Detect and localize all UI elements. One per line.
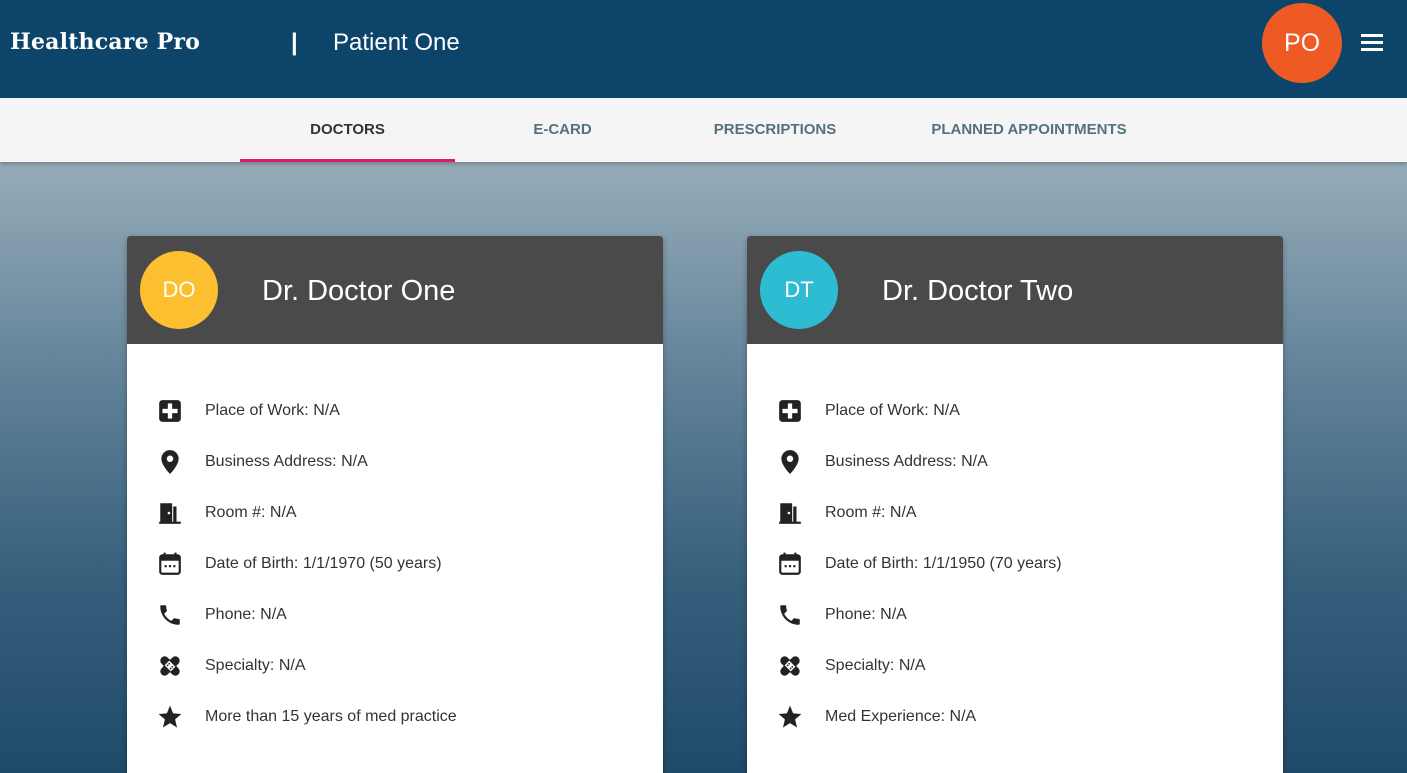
experience-text: Med Experience: N/A: [825, 708, 977, 725]
app-bar: Healthcare Pro | Patient One PO: [0, 0, 1407, 98]
menu-icon-bar: [1361, 48, 1383, 51]
tab-planned-appointments[interactable]: PLANNED APPOINTMENTS: [895, 98, 1163, 162]
calendar-icon: [157, 551, 183, 577]
info-row-specialty: Specialty: N/A: [747, 651, 1283, 681]
info-row-room: Room #: N/A: [127, 498, 663, 528]
info-row-experience: More than 15 years of med practice: [127, 702, 663, 732]
phone-text: Phone: N/A: [205, 606, 287, 623]
place-of-work-text: Place of Work: N/A: [825, 402, 960, 419]
info-row-phone: Phone: N/A: [127, 600, 663, 630]
doctor-avatar: DO: [140, 251, 218, 329]
brand-logo-text: Healthcare Pro: [10, 29, 201, 55]
info-row-place-of-work: Place of Work: N/A: [127, 396, 663, 426]
info-row-experience: Med Experience: N/A: [747, 702, 1283, 732]
specialty-text: Specialty: N/A: [205, 657, 306, 674]
hospital-icon: [157, 398, 183, 424]
date-of-birth-text: Date of Birth: 1/1/1970 (50 years): [205, 555, 442, 572]
info-row-specialty: Specialty: N/A: [127, 651, 663, 681]
place-of-work-text: Place of Work: N/A: [205, 402, 340, 419]
phone-icon: [777, 602, 803, 628]
hamburger-menu-icon[interactable]: [1359, 30, 1385, 54]
star-icon: [777, 704, 803, 730]
door-icon: [157, 500, 183, 526]
hospital-icon: [777, 398, 803, 424]
location-pin-icon: [777, 449, 803, 475]
business-address-text: Business Address: N/A: [205, 453, 368, 470]
specialty-text: Specialty: N/A: [825, 657, 926, 674]
tab-doctors[interactable]: DOCTORS: [240, 98, 455, 162]
location-pin-icon: [157, 449, 183, 475]
header-divider: |: [291, 29, 298, 56]
phone-text: Phone: N/A: [825, 606, 907, 623]
menu-icon-bar: [1361, 41, 1383, 44]
user-avatar[interactable]: PO: [1262, 3, 1342, 83]
doctor-card: DT Dr. Doctor Two Place of Work: N/A Bus…: [747, 236, 1283, 773]
doctor-card: DO Dr. Doctor One Place of Work: N/A Bus…: [127, 236, 663, 773]
menu-icon-bar: [1361, 34, 1383, 37]
patient-name: Patient One: [333, 29, 460, 56]
room-text: Room #: N/A: [825, 504, 917, 521]
tab-e-card[interactable]: E-CARD: [470, 98, 655, 162]
info-row-place-of-work: Place of Work: N/A: [747, 396, 1283, 426]
tab-bar: DOCTORS E-CARD PRESCRIPTIONS PLANNED APP…: [0, 98, 1407, 162]
doctor-name: Dr. Doctor Two: [882, 275, 1074, 307]
phone-icon: [157, 602, 183, 628]
bandage-icon: [777, 653, 803, 679]
info-row-business-address: Business Address: N/A: [127, 447, 663, 477]
info-row-business-address: Business Address: N/A: [747, 447, 1283, 477]
info-row-phone: Phone: N/A: [747, 600, 1283, 630]
info-row-date-of-birth: Date of Birth: 1/1/1970 (50 years): [127, 549, 663, 579]
doctor-avatar: DT: [760, 251, 838, 329]
doctor-name: Dr. Doctor One: [262, 275, 456, 307]
door-icon: [777, 500, 803, 526]
tab-prescriptions[interactable]: PRESCRIPTIONS: [680, 98, 870, 162]
date-of-birth-text: Date of Birth: 1/1/1950 (70 years): [825, 555, 1062, 572]
doctor-card-header: DT Dr. Doctor Two: [747, 236, 1283, 344]
calendar-icon: [777, 551, 803, 577]
info-row-date-of-birth: Date of Birth: 1/1/1950 (70 years): [747, 549, 1283, 579]
business-address-text: Business Address: N/A: [825, 453, 988, 470]
info-row-room: Room #: N/A: [747, 498, 1283, 528]
bandage-icon: [157, 653, 183, 679]
doctor-card-header: DO Dr. Doctor One: [127, 236, 663, 344]
experience-text: More than 15 years of med practice: [205, 708, 457, 725]
star-icon: [157, 704, 183, 730]
room-text: Room #: N/A: [205, 504, 297, 521]
active-tab-indicator: [240, 159, 455, 162]
